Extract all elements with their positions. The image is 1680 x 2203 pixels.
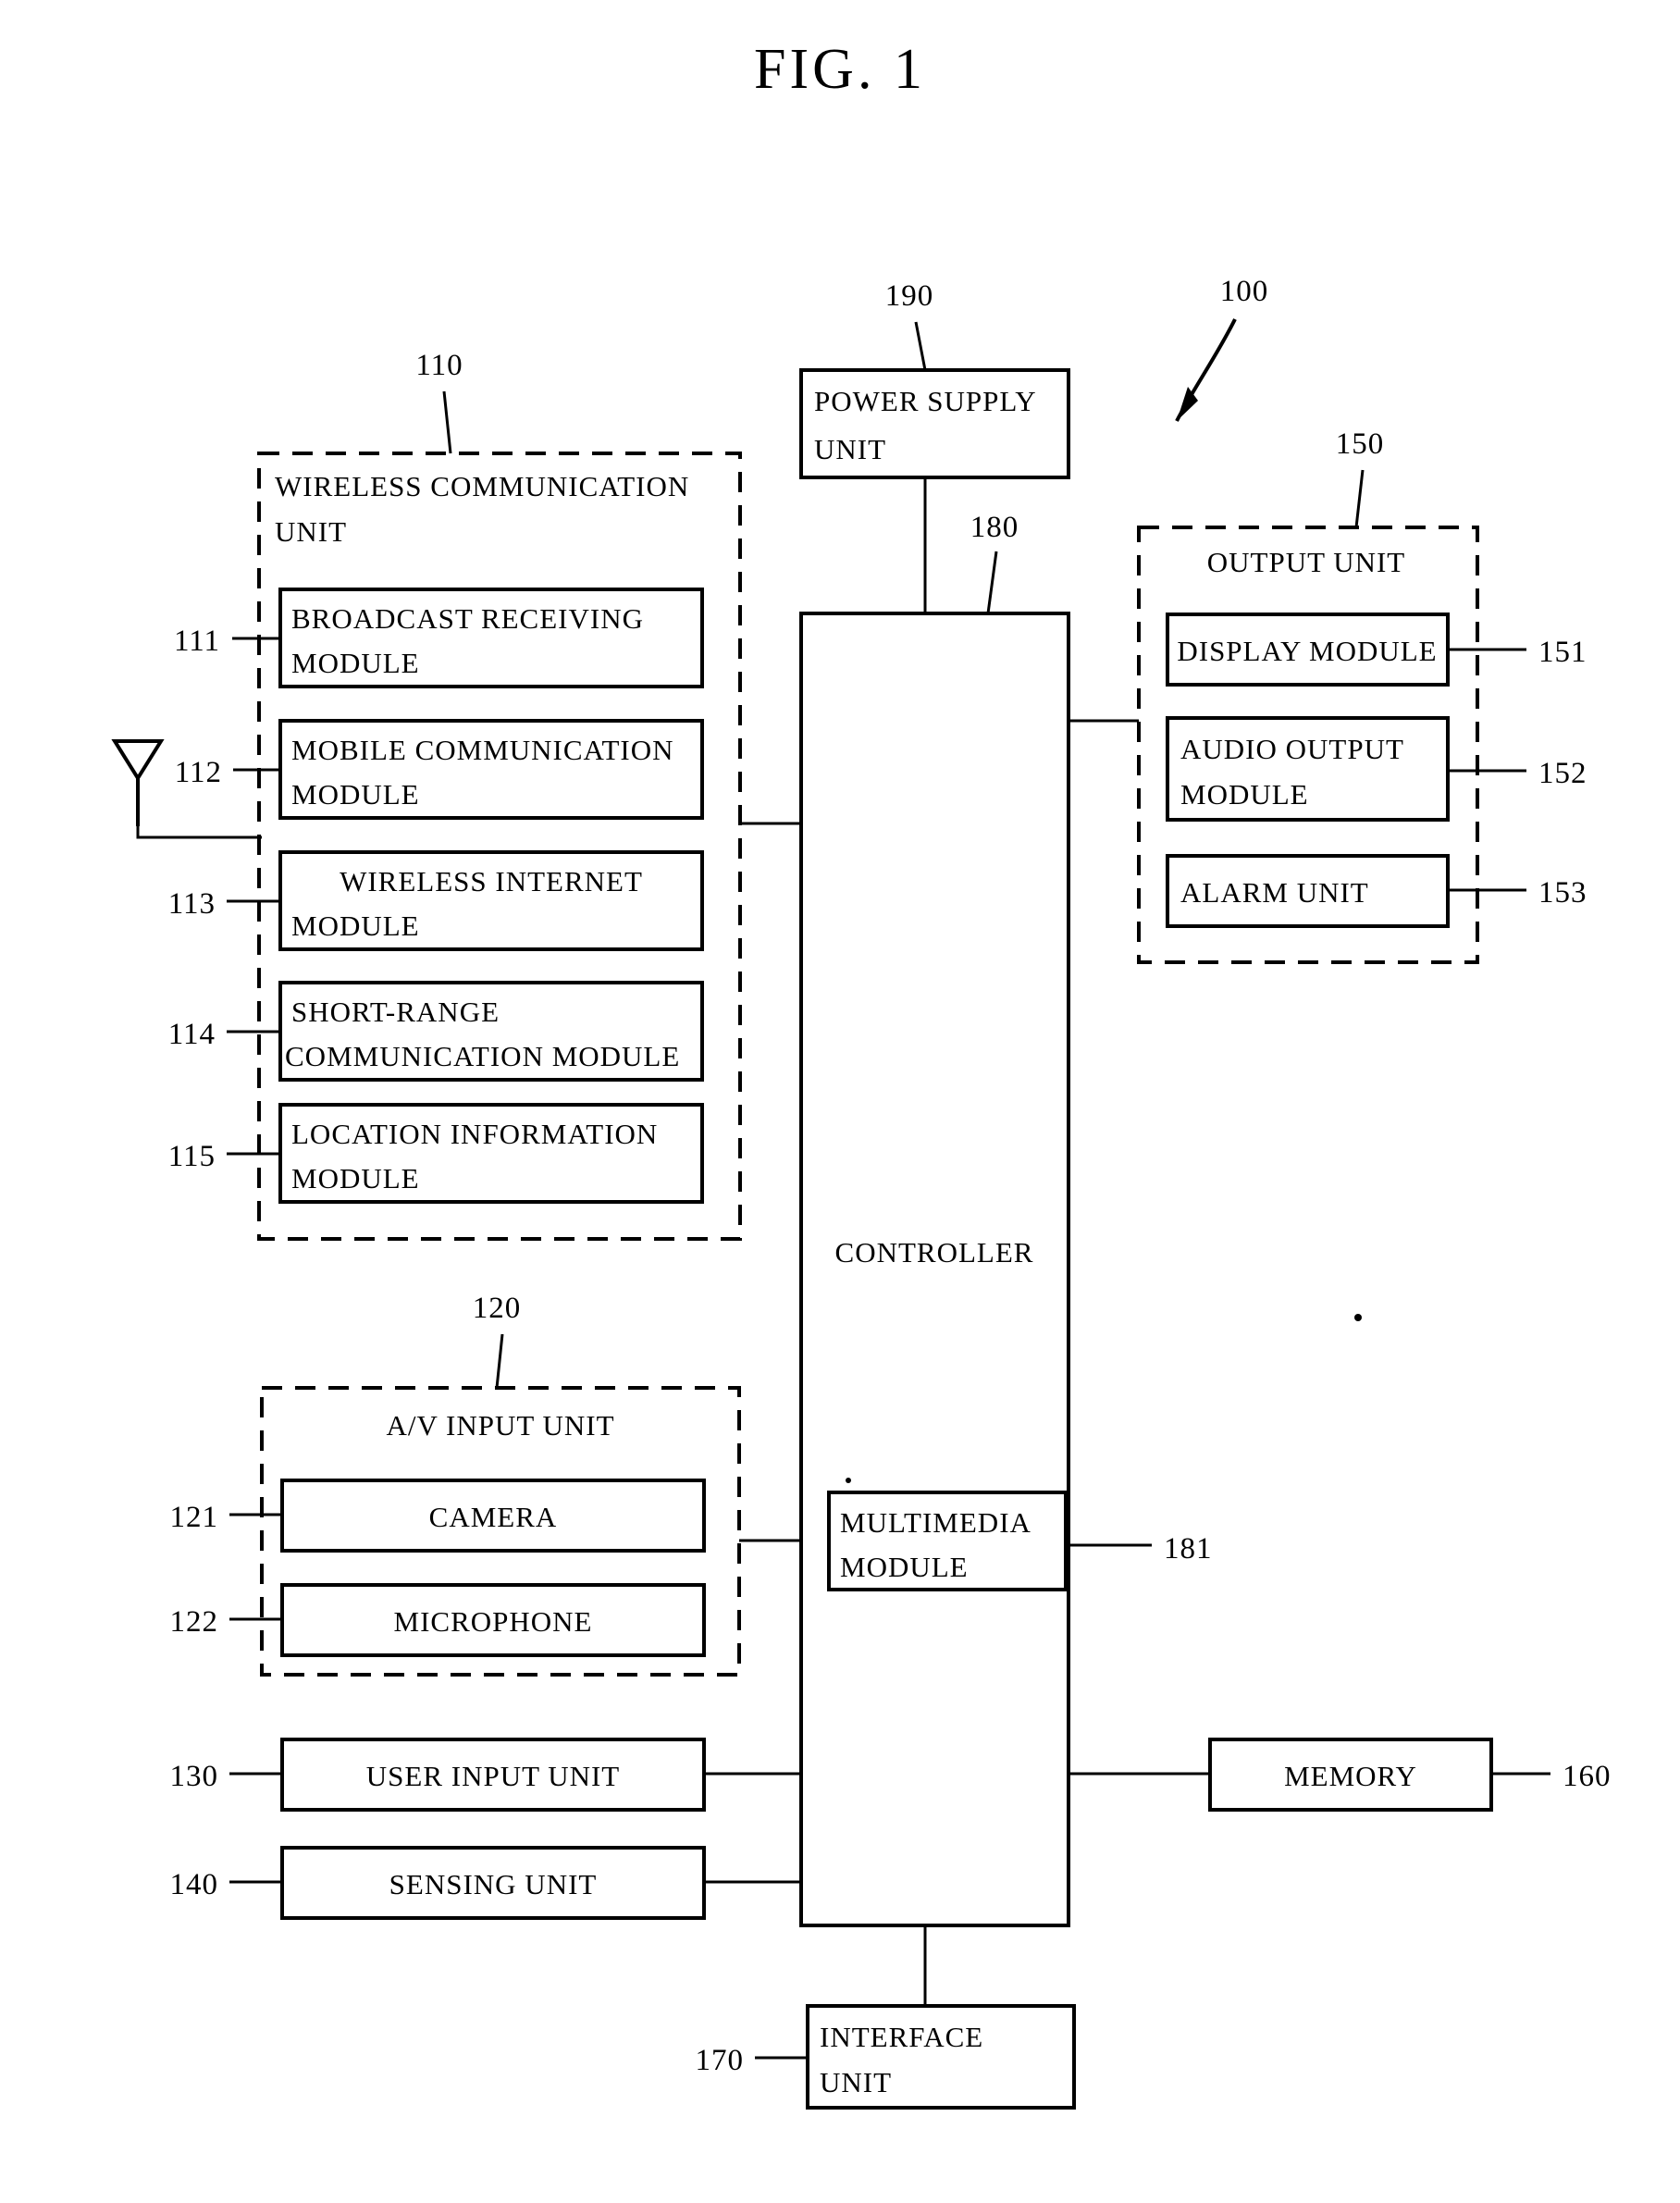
short-range-communication-module-line1: SHORT-RANGE <box>291 996 500 1028</box>
ref-181-label: 181 <box>1164 1532 1213 1566</box>
broadcast-receiving-module-line1: BROADCAST RECEIVING <box>291 602 644 635</box>
user-input-unit-label: USER INPUT UNIT <box>366 1760 621 1792</box>
ref-121-label: 121 <box>170 1501 219 1534</box>
power-supply-unit-label-line2: UNIT <box>814 433 886 465</box>
display-module-label: DISPLAY MODULE <box>1177 635 1437 667</box>
ref-110-label: 110 <box>415 349 463 382</box>
interface-unit-label-line2: UNIT <box>820 2066 892 2098</box>
controller-label: CONTROLLER <box>835 1236 1034 1269</box>
short-range-communication-module-line2: COMMUNICATION MODULE <box>285 1040 680 1072</box>
location-information-module-line2: MODULE <box>291 1162 420 1194</box>
power-supply-unit-label-line1: POWER SUPPLY <box>814 385 1037 417</box>
ref-111-label: 111 <box>174 625 220 658</box>
ref-115-label: 115 <box>168 1140 216 1173</box>
scan-speck <box>1354 1314 1362 1321</box>
location-information-module-line1: LOCATION INFORMATION <box>291 1118 658 1150</box>
ref-112-label: 112 <box>175 756 222 789</box>
patent-figure-1: FIG. 1 100 190 POWER SUPPLY UNIT 180 CON… <box>111 38 1612 2110</box>
camera-label: CAMERA <box>429 1501 558 1533</box>
microphone-label: MICROPHONE <box>394 1605 593 1638</box>
wireless-internet-module-line2: MODULE <box>291 910 420 942</box>
mobile-communication-module-line2: MODULE <box>291 778 420 811</box>
av-input-unit-label: A/V INPUT UNIT <box>386 1409 614 1442</box>
multimedia-module-label-line1: MULTIMEDIA <box>840 1506 1031 1539</box>
ref-122-label: 122 <box>170 1605 219 1639</box>
sensing-unit-label: SENSING UNIT <box>389 1868 598 1900</box>
stray-dot <box>846 1478 851 1483</box>
ref-190-leader <box>914 321 927 371</box>
ref-130-label: 130 <box>170 1760 219 1793</box>
multimedia-module-label-line2: MODULE <box>840 1551 969 1583</box>
ref-120-leader <box>495 1333 504 1389</box>
ref-170-label: 170 <box>696 2044 745 2077</box>
ref-140-label: 140 <box>170 1868 219 1901</box>
ref-180-leader <box>986 551 998 614</box>
mobile-communication-module-line1: MOBILE COMMUNICATION <box>291 734 674 766</box>
controller-box <box>799 612 1070 1927</box>
ref-151-label: 151 <box>1538 636 1587 669</box>
ref-150-label: 150 <box>1336 427 1385 461</box>
ref-160-label: 160 <box>1563 1760 1612 1793</box>
audio-output-module-line2: MODULE <box>1180 778 1309 811</box>
ref-180-label: 180 <box>970 511 1019 544</box>
output-unit-label: OUTPUT UNIT <box>1207 546 1406 578</box>
wireless-unit-label-line1: WIRELESS COMMUNICATION <box>275 470 689 502</box>
ref-114-label: 114 <box>168 1018 216 1051</box>
ref-190-label: 190 <box>885 279 934 313</box>
ref-152-label: 152 <box>1538 757 1587 790</box>
memory-label: MEMORY <box>1284 1760 1417 1792</box>
ref-100-label: 100 <box>1220 275 1269 308</box>
ref-153-label: 153 <box>1538 876 1587 910</box>
broadcast-receiving-module-line2: MODULE <box>291 647 420 679</box>
alarm-unit-label: ALARM UNIT <box>1180 876 1369 909</box>
ref-120-label: 120 <box>473 1292 522 1325</box>
figure-title: FIG. 1 <box>754 38 926 101</box>
ref-150-leader <box>1354 469 1365 528</box>
audio-output-module-line1: AUDIO OUTPUT <box>1180 733 1404 765</box>
interface-unit-label-line1: INTERFACE <box>820 2021 983 2053</box>
ref-110-leader <box>442 390 452 454</box>
ref-113-label: 113 <box>168 887 216 921</box>
wireless-internet-module-line1: WIRELESS INTERNET <box>340 865 643 897</box>
wireless-unit-label-line2: UNIT <box>275 515 347 548</box>
